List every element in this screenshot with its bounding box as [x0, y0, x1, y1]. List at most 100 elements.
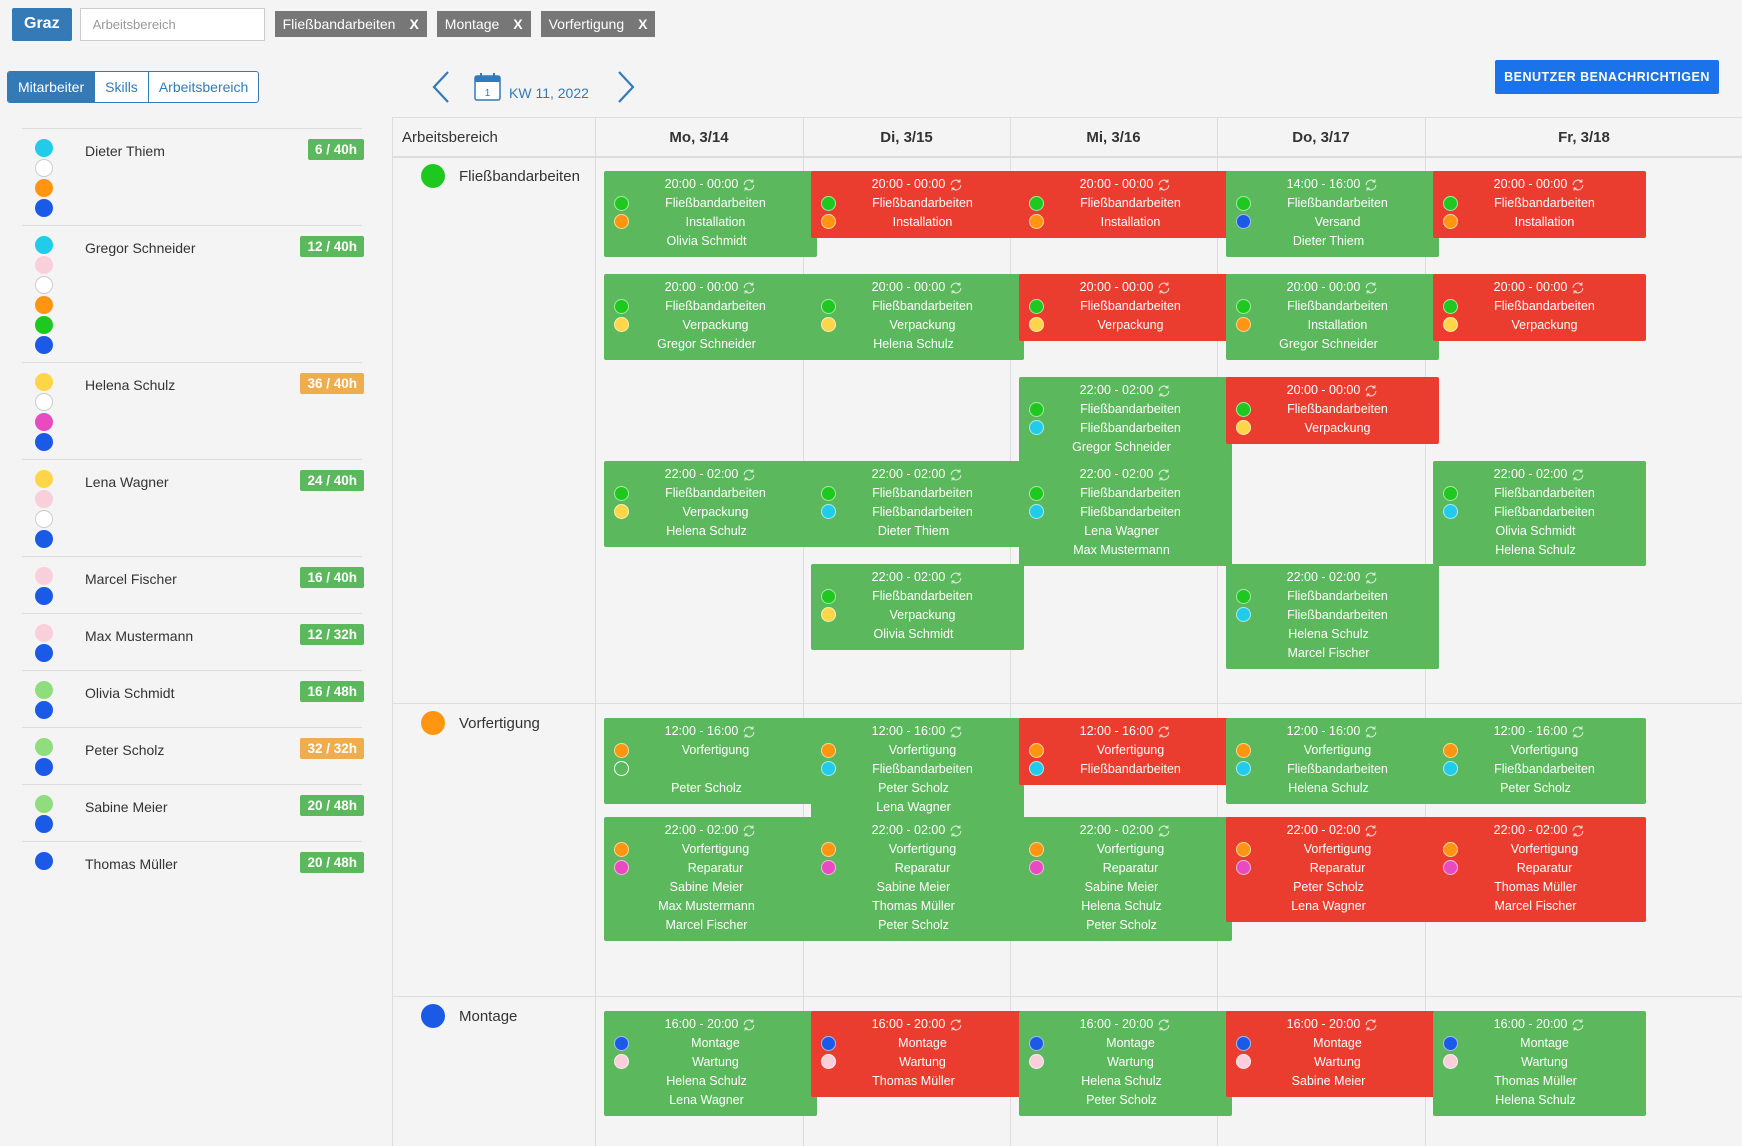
shift-card[interactable]: 16:00 - 20:00 Montage Wartung Sabine Meier: [1226, 1011, 1439, 1097]
employee-row[interactable]: Helena Schulz 36 / 40h: [22, 362, 364, 459]
shift-card[interactable]: 22:00 - 02:00 Fließbandarbeiten Fließbanda…: [1433, 461, 1646, 566]
recurring-icon: [1157, 468, 1171, 482]
shift-card[interactable]: 12:00 - 16:00 Vorfertigung Fließbandarbeit…: [1226, 718, 1439, 804]
shift-card[interactable]: 22:00 - 02:00 Fließbandarbeiten Fließbanda…: [1019, 461, 1232, 566]
shift-skill-dots: [614, 486, 629, 519]
prev-week-button[interactable]: [426, 67, 456, 107]
shift-detail-line: Fließbandarbeiten: [1494, 196, 1595, 210]
shift-skill-dots: [614, 1036, 629, 1069]
shift-card[interactable]: 22:00 - 02:00 Vorfertigung Reparatur Thomas…: [1433, 817, 1646, 922]
shift-card[interactable]: 16:00 - 20:00 Montage Wartung Helena Schulz…: [604, 1011, 817, 1116]
employee-row[interactable]: Peter Scholz 32 / 32h: [22, 727, 364, 784]
remove-chip-button[interactable]: X: [638, 16, 647, 32]
shift-card[interactable]: 16:00 - 20:00 Montage Wartung Thomas Müller: [811, 1011, 1024, 1097]
employee-row[interactable]: Marcel Fischer 16 / 40h: [22, 556, 364, 613]
shift-detail-line: Marcel Fischer: [665, 918, 748, 932]
shift-detail-line: Marcel Fischer: [1287, 646, 1370, 660]
shift-details: Fließbandarbeiten Fließbandarbeiten Dieter…: [811, 484, 1024, 541]
shift-card[interactable]: 20:00 - 00:00 Fließbandarbeiten Verpackung: [1433, 274, 1646, 341]
shift-card[interactable]: 22:00 - 02:00 Fließbandarbeiten Fließbanda…: [1226, 564, 1439, 669]
remove-chip-button[interactable]: X: [409, 16, 418, 32]
shift-card[interactable]: 20:00 - 00:00 Fließbandarbeiten Verpackung: [1019, 274, 1232, 341]
shift-card[interactable]: 20:00 - 00:00 Fließbandarbeiten Installati…: [1433, 171, 1646, 238]
tab-arbeitsbereich[interactable]: Arbeitsbereich: [147, 72, 258, 102]
skill-dot: [1029, 842, 1044, 857]
shift-time-row: 22:00 - 02:00: [811, 568, 1024, 587]
skill-dot: [821, 607, 836, 622]
shift-card[interactable]: 22:00 - 02:00 Vorfertigung Reparatur Peter …: [1226, 817, 1439, 922]
employee-row[interactable]: Max Mustermann 12 / 32h: [22, 613, 364, 670]
shift-time: 22:00 - 02:00: [664, 467, 739, 481]
skill-dot: [1029, 1036, 1044, 1051]
shift-detail-line: Lena Wagner: [876, 800, 951, 814]
shift-card[interactable]: 22:00 - 02:00 Vorfertigung Reparatur Sabine…: [1019, 817, 1232, 941]
shift-card[interactable]: 20:00 - 00:00 Fließbandarbeiten Verpackung: [1226, 377, 1439, 444]
shift-detail-line: Sabine Meier: [876, 880, 951, 894]
calendar-icon[interactable]: 1: [474, 73, 501, 101]
recurring-icon: [1364, 281, 1378, 295]
shift-card[interactable]: 20:00 - 00:00 Fließbandarbeiten Installati…: [1019, 171, 1232, 238]
area-column-header: Arbeitsbereich: [393, 118, 595, 157]
employee-row[interactable]: Dieter Thiem 6 / 40h: [22, 128, 364, 225]
tab-mitarbeiter[interactable]: Mitarbeiter: [8, 72, 95, 102]
shift-detail-line: Helena Schulz: [666, 524, 747, 538]
skill-dot: [1443, 504, 1458, 519]
shift-card[interactable]: 22:00 - 02:00 Fließbandarbeiten Fließbanda…: [1019, 377, 1232, 463]
shift-card[interactable]: 20:00 - 00:00 Fließbandarbeiten Installati…: [1226, 274, 1439, 360]
employee-name: Marcel Fischer: [85, 571, 177, 587]
shift-card[interactable]: 12:00 - 16:00 Vorfertigung Fließbandarbeit…: [1433, 718, 1646, 804]
employee-row[interactable]: Sabine Meier 20 / 48h: [22, 784, 364, 841]
employee-row[interactable]: Lena Wagner 24 / 40h: [22, 459, 364, 556]
shift-details: Vorfertigung Fließbandarbeiten: [1019, 741, 1232, 779]
area-search-input[interactable]: [79, 7, 265, 41]
location-button[interactable]: Graz: [12, 7, 72, 41]
shift-card[interactable]: 20:00 - 00:00 Fließbandarbeiten Installati…: [604, 171, 817, 257]
skill-dot: [35, 413, 53, 431]
shift-time: 20:00 - 00:00: [1079, 177, 1154, 191]
top-bar: Graz Fließbandarbeiten X Montage X Vorfe…: [12, 7, 656, 41]
shift-time: 16:00 - 20:00: [1286, 1017, 1361, 1031]
shift-time-row: 22:00 - 02:00: [1226, 821, 1439, 840]
shift-card[interactable]: 22:00 - 02:00 Fließbandarbeiten Verpackung…: [811, 564, 1024, 650]
employee-row[interactable]: Gregor Schneider 12 / 40h: [22, 225, 364, 362]
shift-details: Vorfertigung Peter Scholz: [604, 741, 817, 798]
notify-users-button[interactable]: BENUTZER BENACHRICHTIGEN: [1495, 60, 1719, 94]
recurring-icon: [949, 571, 963, 585]
shift-card[interactable]: 22:00 - 02:00 Vorfertigung Reparatur Sabine…: [604, 817, 817, 941]
shift-card[interactable]: 12:00 - 16:00 Vorfertigung Fließbandarbeit…: [811, 718, 1024, 823]
recurring-icon: [742, 281, 756, 295]
shift-skill-dots: [1029, 486, 1044, 519]
next-week-button[interactable]: [611, 67, 641, 107]
shift-skill-dots: [1236, 196, 1251, 229]
shift-card[interactable]: 12:00 - 16:00 Vorfertigung Fließbandarbeit…: [1019, 718, 1232, 785]
tab-skills[interactable]: Skills: [94, 72, 148, 102]
skill-dot: [1029, 743, 1044, 758]
recurring-icon: [949, 824, 963, 838]
shift-details: Montage Wartung Thomas Müller: [811, 1034, 1024, 1091]
shift-detail-line: Sabine Meier: [1291, 1074, 1366, 1088]
remove-chip-button[interactable]: X: [513, 16, 522, 32]
shift-detail-line: Montage: [1313, 1036, 1362, 1050]
shift-card[interactable]: 20:00 - 00:00 Fließbandarbeiten Verpackung…: [811, 274, 1024, 360]
shift-card[interactable]: 14:00 - 16:00 Fließbandarbeiten Versand Die…: [1226, 171, 1439, 257]
shift-details: Vorfertigung Fließbandarbeiten Helena Schu…: [1226, 741, 1439, 798]
shift-card[interactable]: 22:00 - 02:00 Fließbandarbeiten Fließbanda…: [811, 461, 1024, 547]
shift-detail-line: Gregor Schneider: [657, 337, 756, 351]
shift-card[interactable]: 22:00 - 02:00 Fließbandarbeiten Verpackung…: [604, 461, 817, 547]
shift-time-row: 20:00 - 00:00: [1019, 175, 1232, 194]
shift-card[interactable]: 22:00 - 02:00 Vorfertigung Reparatur Sabine…: [811, 817, 1024, 941]
shift-card[interactable]: 20:00 - 00:00 Fließbandarbeiten Installati…: [811, 171, 1024, 238]
day-header: Fr, 3/18: [1425, 118, 1742, 157]
employee-row[interactable]: Thomas Müller 20 / 48h: [22, 841, 364, 898]
skill-dot: [35, 373, 53, 391]
shift-detail-line: Vorfertigung: [1510, 743, 1579, 757]
shift-detail-line: Vorfertigung: [888, 743, 957, 757]
shift-card[interactable]: 16:00 - 20:00 Montage Wartung Helena Schulz…: [1019, 1011, 1232, 1116]
shift-card[interactable]: 16:00 - 20:00 Montage Wartung Thomas Müller…: [1433, 1011, 1646, 1116]
shift-time-row: 12:00 - 16:00: [1433, 722, 1646, 741]
shift-detail-line: Installation: [1307, 318, 1368, 332]
shift-card[interactable]: 20:00 - 00:00 Fließbandarbeiten Verpackung…: [604, 274, 817, 360]
employee-row[interactable]: Olivia Schmidt 16 / 48h: [22, 670, 364, 727]
shift-card[interactable]: 12:00 - 16:00 Vorfertigung Peter Scholz: [604, 718, 817, 804]
hours-badge: 32 / 32h: [300, 738, 364, 759]
